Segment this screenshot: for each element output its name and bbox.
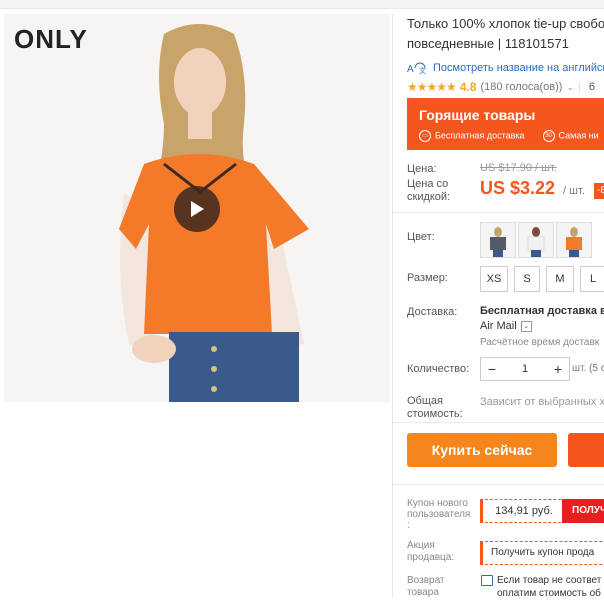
discount-price: US $3.22: [480, 178, 556, 198]
discount-price-label-line2: скидкой:: [407, 191, 451, 203]
seller-promo-label: Акция продавца:: [407, 540, 454, 564]
add-to-cart-button[interactable]: [568, 433, 604, 467]
seller-coupon-button[interactable]: Получить купон прода: [480, 541, 604, 565]
orders-count: 6: [588, 81, 595, 93]
quantity-stepper[interactable]: − 1 +: [480, 357, 570, 381]
total-label-line1: Общая: [407, 395, 443, 407]
price-unit: / шт.: [563, 185, 585, 197]
play-video-button[interactable]: [174, 186, 220, 232]
rating-value: 4.8: [459, 80, 477, 94]
chevron-down-icon[interactable]: ⌄: [520, 320, 532, 332]
hot-deals-banner[interactable]: Горящие товары ▭ Бесплатная доставка 30 Са…: [407, 98, 604, 150]
seller-promo-label-line2: продавца:: [407, 552, 455, 563]
returns-text-line2: оплатим стоимость об: [497, 588, 601, 599]
new-user-coupon-label-line2: пользователя: [407, 509, 471, 520]
discount-price-label-line1: Цена со: [407, 178, 449, 190]
size-option-m[interactable]: M: [546, 266, 574, 292]
total-value: Зависит от выбранных ха: [480, 396, 604, 408]
color-swatch-3[interactable]: [556, 222, 592, 258]
new-user-coupon-value: 134,91 руб.: [480, 499, 566, 523]
new-user-coupon-label: Купон нового пользователя :: [407, 498, 470, 531]
delivery-carrier-text[interactable]: Air Mail: [480, 320, 517, 332]
delivery-time: Расчётное время доставк: [480, 337, 600, 348]
new-user-coupon-label-line1: Купон нового: [407, 498, 468, 509]
quantity-increment-button[interactable]: +: [547, 361, 569, 377]
delivery-label: Доставка:: [407, 306, 458, 318]
chevron-down-icon[interactable]: ⌄: [566, 82, 574, 93]
get-coupon-button[interactable]: ПОЛУЧ: [562, 499, 604, 523]
price-label: Цена:: [407, 163, 437, 175]
days-badge: 30: [542, 130, 555, 142]
seller-promo-label-line1: Акция: [407, 540, 435, 551]
returns-text: Если товар не соответ оплатим стоимость …: [497, 574, 601, 600]
size-option-xs[interactable]: XS: [480, 266, 508, 292]
cheapest-text: Самая ни: [558, 130, 599, 141]
quantity-decrement-button[interactable]: −: [481, 361, 503, 377]
translate-link-text[interactable]: Посмотреть название на английск: [433, 62, 604, 74]
top-bar: [0, 0, 604, 9]
color-label: Цвет:: [407, 231, 435, 243]
old-price: US $17.90 / шт.: [480, 162, 557, 174]
size-option-s[interactable]: S: [514, 266, 540, 292]
hot-deals-features: ▭ Бесплатная доставка 30 Самая ни: [419, 130, 599, 142]
color-swatch-1-image: [481, 223, 515, 257]
translate-icon: A 文: [407, 62, 426, 74]
title-line-2: повседневные | 118101571: [407, 36, 569, 51]
new-user-coupon-label-line3: :: [407, 520, 410, 531]
delivery-icon: ▭: [419, 130, 431, 142]
size-label: Размер:: [407, 272, 448, 284]
color-swatch-2-image: [519, 223, 553, 257]
rating-stars-icon: ★★★★★: [407, 80, 457, 94]
translate-link[interactable]: A 文 Посмотреть название на английск: [407, 62, 604, 74]
return-icon: [481, 575, 493, 586]
rating-count[interactable]: (180 голоса(ов)): [480, 81, 562, 93]
color-swatch-1[interactable]: [480, 222, 516, 258]
discount-price-label: Цена со скидкой:: [407, 178, 450, 204]
divider: [393, 212, 604, 213]
returns-label-line2: товара: [407, 587, 439, 598]
svg-text:A: A: [407, 64, 414, 74]
separator: |: [577, 81, 581, 93]
column-divider: [392, 14, 393, 598]
discount-badge: -8: [594, 183, 604, 199]
color-swatch-3-image: [557, 223, 591, 257]
title-line-1: Только 100% хлопок tie-up свобо: [407, 16, 604, 31]
buy-now-button[interactable]: Купить сейчас: [407, 433, 557, 467]
quantity-label: Количество:: [407, 363, 470, 375]
hot-deals-title: Горящие товары: [419, 107, 536, 123]
returns-label-line1: Возврат: [407, 575, 445, 586]
total-label-line2: стоимость:: [407, 408, 463, 420]
divider: [393, 422, 604, 423]
delivery-main: Бесплатная доставка в: [480, 305, 604, 317]
returns-text-line1: Если товар не соответ: [497, 575, 602, 586]
free-delivery-text: Бесплатная доставка: [435, 130, 525, 141]
size-option-l[interactable]: L: [580, 266, 604, 292]
product-title: Только 100% хлопок tie-up свобо повседне…: [407, 14, 604, 54]
total-label: Общая стоимость:: [407, 395, 463, 421]
color-swatch-2[interactable]: [518, 222, 554, 258]
returns-label: Возврат товара: [407, 575, 445, 599]
quantity-available-note: шт. (5 с: [572, 363, 604, 374]
rating-row: ★★★★★ 4.8 (180 голоса(ов)) ⌄ | 6: [407, 80, 595, 94]
brand-logo: ONLY: [14, 24, 88, 54]
play-icon: [191, 201, 204, 217]
delivery-carrier-select[interactable]: Air Mail ⌄: [480, 320, 532, 332]
product-image[interactable]: ONLY: [4, 14, 390, 402]
quantity-value[interactable]: 1: [503, 363, 547, 375]
divider: [393, 484, 604, 485]
svg-text:文: 文: [419, 66, 426, 74]
